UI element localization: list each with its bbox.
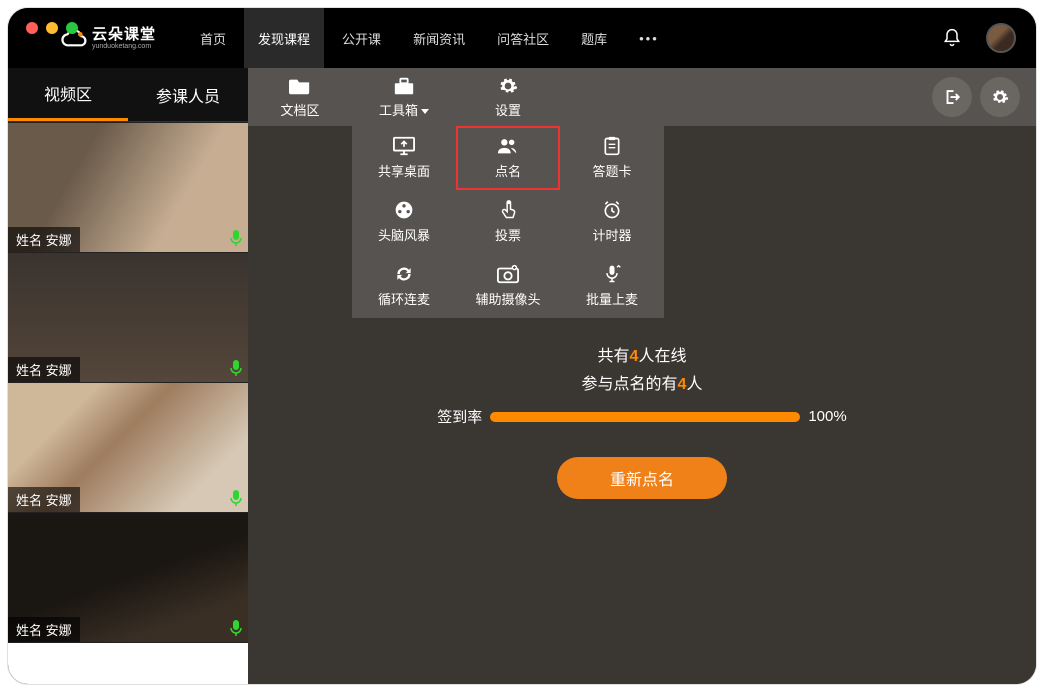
participant-name: 姓名 安娜 bbox=[8, 357, 80, 382]
answer-card-item[interactable]: 答题卡 bbox=[560, 126, 664, 190]
nav-home[interactable]: 首页 bbox=[186, 8, 240, 68]
nav-discover[interactable]: 发现课程 bbox=[244, 8, 324, 68]
maximize-window-icon[interactable] bbox=[66, 22, 78, 34]
sidebar-tabs: 视频区 参课人员 bbox=[8, 68, 248, 122]
logo-subtext: yunduoketang.com bbox=[92, 43, 156, 50]
folder-icon bbox=[289, 76, 311, 96]
nav-news[interactable]: 新闻资讯 bbox=[399, 8, 479, 68]
toolbox-button[interactable]: 工具箱 bbox=[352, 68, 456, 126]
touch-icon bbox=[497, 200, 519, 220]
participant-name: 姓名 安娜 bbox=[8, 617, 80, 642]
joined-line: 参与点名的有4人 bbox=[402, 370, 882, 394]
nav-more[interactable]: ••• bbox=[625, 8, 673, 68]
video-tile[interactable]: 姓名 安娜 bbox=[8, 252, 248, 382]
logo-text: 云朵课堂 bbox=[92, 27, 156, 42]
tab-video-area[interactable]: 视频区 bbox=[8, 68, 128, 121]
online-line: 共有4人在线 bbox=[402, 342, 882, 366]
gear-icon bbox=[497, 76, 519, 96]
main-area: 文档区 工具箱 设置 bbox=[248, 68, 1036, 684]
alarm-icon bbox=[601, 200, 623, 220]
clipboard-icon bbox=[601, 136, 623, 156]
notification-bell-icon[interactable] bbox=[938, 24, 966, 52]
main-toolbar: 文档区 工具箱 设置 bbox=[248, 68, 1036, 126]
progress-bar bbox=[490, 412, 800, 422]
vote-item[interactable]: 投票 bbox=[456, 190, 560, 254]
participant-name: 姓名 安娜 bbox=[8, 227, 80, 252]
toolbox-dropdown: 共享桌面 点名 答题卡 头脑风暴 投票 bbox=[352, 126, 664, 318]
cycle-mic-item[interactable]: 循环连麦 bbox=[352, 254, 456, 318]
batch-mic-item[interactable]: 批量上麦 bbox=[560, 254, 664, 318]
body: 视频区 参课人员 姓名 安娜 姓名 安娜 姓名 安娜 姓名 安娜 bbox=[8, 68, 1036, 684]
settings-label: 设置 bbox=[495, 100, 521, 119]
cycle-icon bbox=[393, 264, 415, 284]
reel-icon bbox=[393, 200, 415, 220]
nav-public-class[interactable]: 公开课 bbox=[328, 8, 395, 68]
rate-percent: 100% bbox=[808, 408, 846, 425]
top-nav: 云朵课堂 yunduoketang.com 首页 发现课程 公开课 新闻资讯 问… bbox=[8, 8, 1036, 68]
restart-roll-call-button[interactable]: 重新点名 bbox=[557, 457, 727, 499]
people-icon bbox=[497, 136, 519, 156]
mic-up-icon bbox=[601, 264, 623, 284]
video-tile[interactable]: 姓名 安娜 bbox=[8, 512, 248, 642]
window-controls bbox=[26, 22, 78, 34]
caret-down-icon bbox=[421, 109, 429, 114]
roll-call-item[interactable]: 点名 bbox=[456, 126, 560, 190]
mic-on-icon bbox=[230, 620, 242, 636]
aux-camera-item[interactable]: 辅助摄像头 bbox=[456, 254, 560, 318]
nav-qa[interactable]: 问答社区 bbox=[483, 8, 563, 68]
user-avatar[interactable] bbox=[986, 23, 1016, 53]
video-tile[interactable]: 姓名 安娜 bbox=[8, 382, 248, 512]
video-tile-empty bbox=[8, 642, 248, 684]
exit-button[interactable] bbox=[932, 77, 972, 117]
doc-area-button[interactable]: 文档区 bbox=[248, 68, 352, 126]
progress-row: 签到率 100% bbox=[402, 406, 882, 427]
close-window-icon[interactable] bbox=[26, 22, 38, 34]
app-window: 云朵课堂 yunduoketang.com 首页 发现课程 公开课 新闻资讯 问… bbox=[8, 8, 1036, 684]
gear-icon bbox=[991, 88, 1009, 106]
doc-area-label: 文档区 bbox=[280, 100, 319, 119]
monitor-share-icon bbox=[393, 136, 415, 156]
timer-item[interactable]: 计时器 bbox=[560, 190, 664, 254]
rate-label: 签到率 bbox=[437, 406, 482, 427]
participant-name: 姓名 安娜 bbox=[8, 487, 80, 512]
minimize-window-icon[interactable] bbox=[46, 22, 58, 34]
mic-on-icon bbox=[230, 230, 242, 246]
video-sidebar: 视频区 参课人员 姓名 安娜 姓名 安娜 姓名 安娜 姓名 安娜 bbox=[8, 68, 248, 684]
toolbox-icon bbox=[393, 76, 415, 96]
share-desktop-item[interactable]: 共享桌面 bbox=[352, 126, 456, 190]
settings-button[interactable]: 设置 bbox=[456, 68, 560, 126]
nav-bank[interactable]: 题库 bbox=[567, 8, 621, 68]
video-tile[interactable]: 姓名 安娜 bbox=[8, 122, 248, 252]
brainstorm-item[interactable]: 头脑风暴 bbox=[352, 190, 456, 254]
mic-on-icon bbox=[230, 490, 242, 506]
camera-plus-icon bbox=[497, 264, 519, 284]
mic-on-icon bbox=[230, 360, 242, 376]
tab-attendees[interactable]: 参课人员 bbox=[128, 68, 248, 121]
exit-icon bbox=[943, 88, 961, 106]
toolbox-label: 工具箱 bbox=[379, 100, 429, 119]
config-button[interactable] bbox=[980, 77, 1020, 117]
video-list: 姓名 安娜 姓名 安娜 姓名 安娜 姓名 安娜 bbox=[8, 122, 248, 684]
roll-call-stats: 共有4人在线 参与点名的有4人 签到率 100% 重新点名 bbox=[402, 338, 882, 499]
